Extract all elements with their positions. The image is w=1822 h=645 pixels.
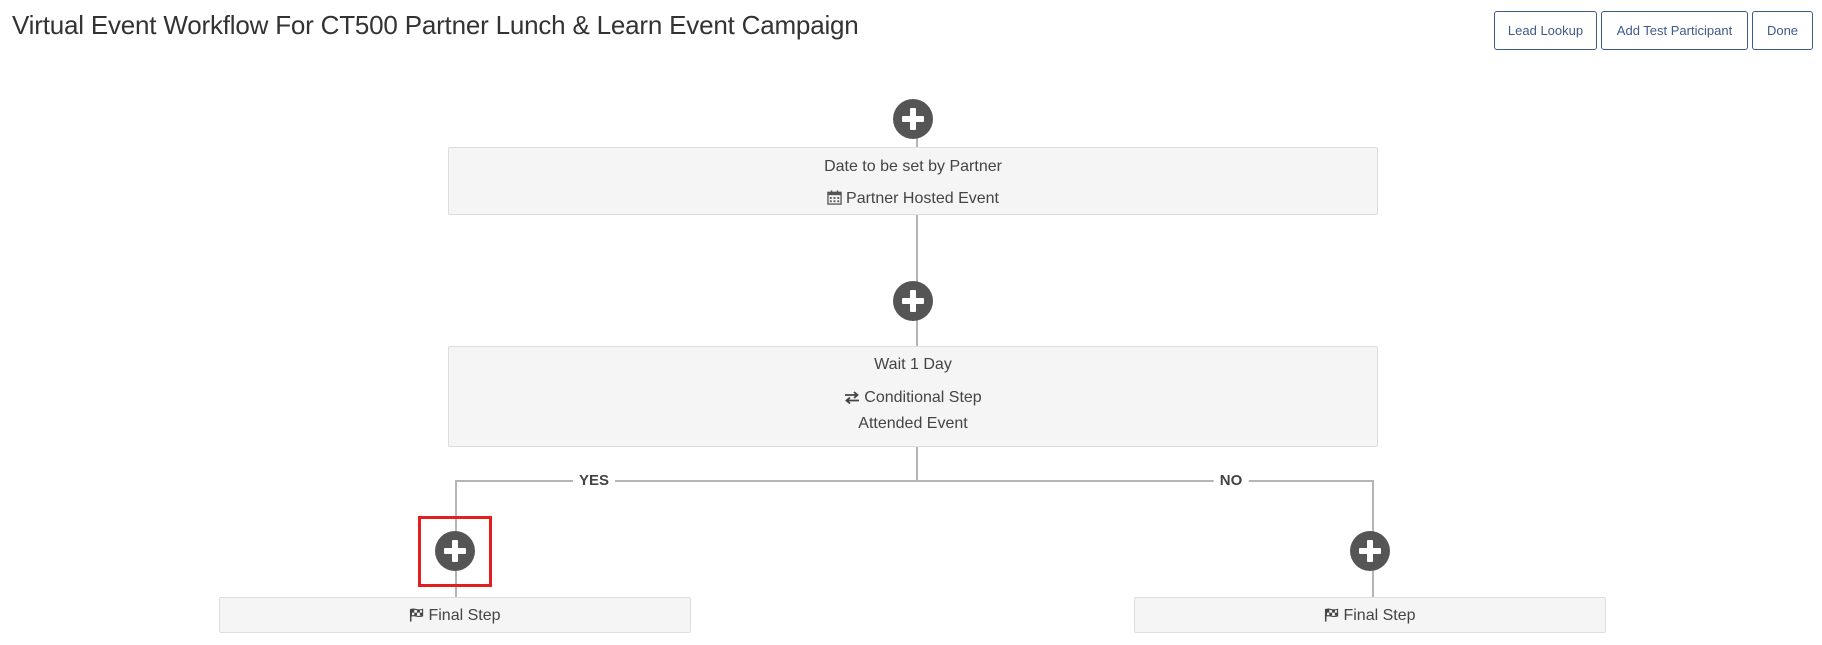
branch-label-no: NO (1213, 471, 1249, 491)
exchange-arrows-icon (844, 388, 860, 412)
final-step-card-no[interactable]: Final Step (1134, 597, 1606, 633)
final-step-label: Final Step (428, 607, 501, 624)
page-title: Virtual Event Workflow For CT500 Partner… (12, 10, 859, 40)
highlight-box (418, 516, 492, 587)
add-test-participant-button[interactable]: Add Test Participant (1601, 11, 1748, 50)
branch-label-yes: YES (572, 471, 616, 491)
done-button[interactable]: Done (1752, 11, 1813, 50)
calendar-icon (827, 189, 842, 213)
final-step-card-yes[interactable]: Final Step (219, 597, 691, 633)
step-timing: Date to be set by Partner (824, 158, 1002, 175)
checkered-flag-icon (1324, 606, 1339, 630)
add-step-button[interactable] (893, 99, 933, 139)
lead-lookup-button[interactable]: Lead Lookup (1494, 11, 1597, 50)
step-card-partner-hosted-event[interactable]: Date to be set by Partner Partner Hosted… (448, 147, 1378, 215)
step-timing: Wait 1 Day (874, 356, 952, 373)
step-card-conditional-step[interactable]: Wait 1 Day Conditional Step Attended Eve… (448, 346, 1378, 447)
step-condition: Attended Event (858, 415, 968, 432)
workflow-page: Virtual Event Workflow For CT500 Partner… (0, 0, 1822, 645)
final-step-label: Final Step (1343, 607, 1416, 624)
add-step-button-no-branch[interactable] (1350, 531, 1390, 571)
add-step-button[interactable] (893, 281, 933, 321)
step-type-label: Conditional Step (864, 389, 982, 406)
connector-line (916, 447, 918, 481)
header-actions: Lead Lookup Add Test Participant Done (1494, 11, 1813, 50)
step-type-label: Partner Hosted Event (846, 190, 999, 207)
checkered-flag-icon (409, 606, 424, 630)
